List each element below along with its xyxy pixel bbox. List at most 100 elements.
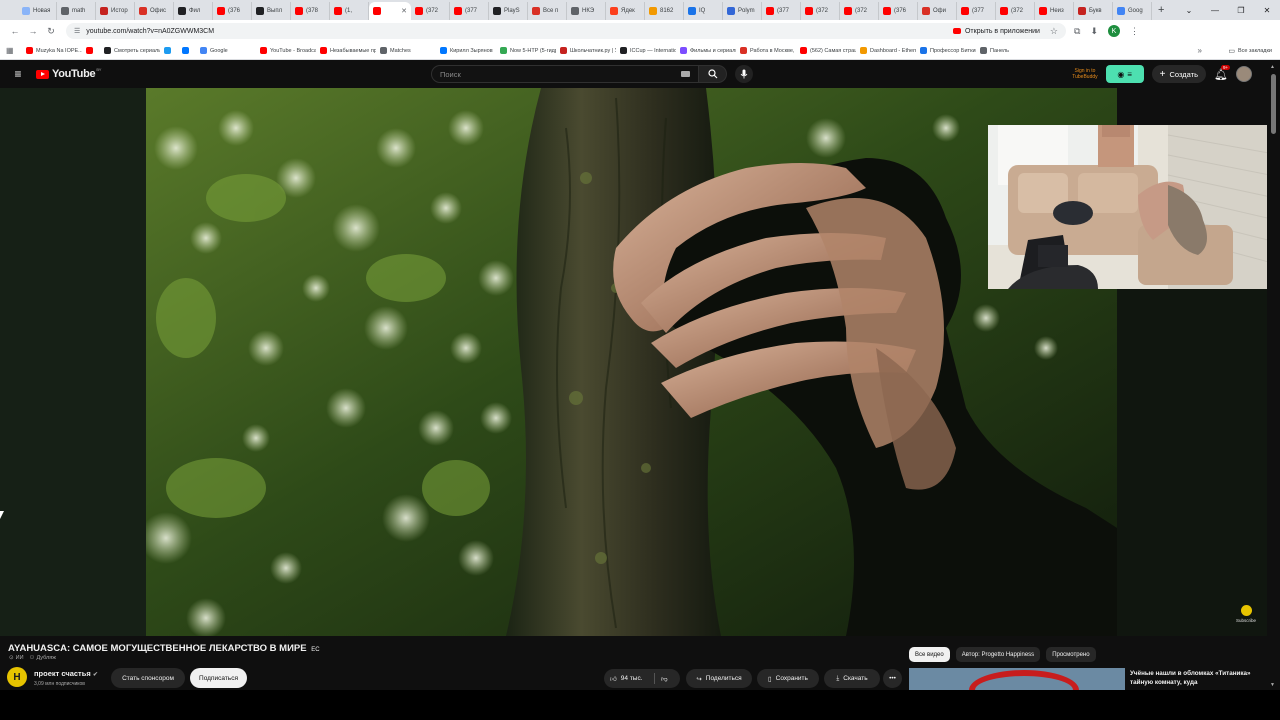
hamburger-menu-icon[interactable]: ≡ [0, 67, 36, 81]
bookmark-item[interactable]: (562) Самая страшн... [796, 47, 856, 54]
filter-chip[interactable]: Автор: Progetto Happiness [955, 647, 1041, 662]
browser-tab[interactable]: Goog [1113, 2, 1152, 20]
dub-tag[interactable]: ⚇ Дубляж [30, 655, 56, 661]
recommendation-title[interactable]: Учёные нашли в обломках «Титаника» тайну… [1130, 669, 1260, 687]
tubebuddy-menu-button[interactable]: ◉ ≡ [1105, 65, 1144, 83]
bookmark-item[interactable]: Смотреть сериалы... [100, 47, 160, 54]
subscribe-button[interactable]: Подписаться [190, 668, 247, 688]
browser-tab[interactable]: (1, [330, 2, 369, 20]
scrollbar-thumb[interactable] [1271, 74, 1276, 134]
browser-tab[interactable]: (376 [879, 2, 918, 20]
thumbs-down-icon[interactable]: 👎︎ [661, 675, 668, 683]
tab-close-icon[interactable]: ✕ [401, 7, 407, 15]
back-icon[interactable]: ← [6, 22, 24, 40]
ai-tag[interactable]: ⊙ ИИ [9, 655, 24, 661]
bookmark-item[interactable]: Незабываемые прох... [316, 47, 376, 54]
browser-tab[interactable]: Ядек [606, 2, 645, 20]
all-bookmarks-button[interactable]: ▭ Все закладки [1228, 42, 1272, 60]
extensions-icon[interactable]: ⧉ [1074, 26, 1080, 37]
browser-tab[interactable]: (372 [411, 2, 450, 20]
downloads-icon[interactable]: ⬇ [1090, 26, 1098, 37]
bookmark-item[interactable]: Фильмы и сериалы... [676, 47, 736, 54]
channel-avatar[interactable]: H [7, 667, 27, 687]
bookmark-item[interactable] [178, 47, 196, 54]
search-input[interactable]: Поиск [431, 65, 699, 83]
recommendation-thumbnail[interactable] [909, 668, 1125, 690]
bookmark-item[interactable] [160, 47, 178, 54]
browser-tab[interactable]: Неиз [1035, 2, 1074, 20]
browser-tab[interactable]: Офис [135, 2, 174, 20]
browser-tab[interactable]: PlayS [489, 2, 528, 20]
bookmark-item[interactable]: Панель [976, 47, 1036, 54]
browser-tab[interactable]: Фил [174, 2, 213, 20]
download-button[interactable]: ⤓ Скачать [824, 669, 880, 688]
maximize-icon[interactable]: ❐ [1228, 0, 1254, 20]
voice-search-button[interactable] [735, 65, 753, 83]
minimize-icon[interactable]: — [1202, 0, 1228, 20]
browser-tab[interactable]: ✕ [369, 2, 411, 20]
create-button[interactable]: + Создать [1151, 65, 1206, 83]
bookmark-item[interactable]: Dashboard - Etherm... [856, 47, 916, 54]
browser-tab[interactable]: НКЭ [567, 2, 606, 20]
browser-tab[interactable]: Истор [96, 2, 135, 20]
channel-watermark[interactable]: Subscribe [1236, 605, 1256, 623]
browser-tab[interactable]: (377 [450, 2, 489, 20]
notifications-button[interactable]: 🔔︎ 9+ [1214, 64, 1231, 81]
scroll-down-icon[interactable]: ▼ [1270, 682, 1275, 688]
browser-tab[interactable]: Офи [918, 2, 957, 20]
close-icon[interactable]: ✕ [1254, 0, 1280, 20]
account-avatar[interactable] [1236, 66, 1252, 82]
browser-tab[interactable]: Новая [18, 2, 57, 20]
star-icon[interactable]: ☆ [1050, 26, 1058, 37]
browser-tab[interactable]: Букв [1074, 2, 1113, 20]
browser-tab[interactable]: (377 [957, 2, 996, 20]
browser-tab[interactable]: (378 [291, 2, 330, 20]
like-button[interactable]: 👍︎ 94 тыс. 👎︎ [604, 669, 680, 688]
bookmark-item[interactable]: Now 5-HTP (5-гидр... [496, 47, 556, 54]
bookmark-item[interactable]: ICCup — Internation... [616, 47, 676, 54]
browser-tab[interactable]: (376 [213, 2, 252, 20]
browser-tab[interactable]: Выпл [252, 2, 291, 20]
youtube-logo[interactable]: YouTube BY [36, 67, 101, 80]
bookmark-item[interactable]: Matches [376, 47, 436, 54]
filter-chip[interactable]: Просмотрено [1046, 647, 1096, 662]
more-bookmarks-icon[interactable]: » [1198, 46, 1202, 55]
scroll-up-icon[interactable]: ▲ [1270, 64, 1275, 70]
filter-chip[interactable]: Все видео [909, 647, 950, 662]
bookmark-item[interactable]: Работа в Москве, п... [736, 47, 796, 54]
browser-tab[interactable]: Polym [723, 2, 762, 20]
new-tab-button[interactable]: + [1158, 4, 1164, 16]
bookmark-item[interactable]: Google [196, 47, 256, 54]
site-info-icon[interactable]: ☰ [74, 27, 80, 35]
share-button[interactable]: ↪ Поделиться [686, 669, 752, 688]
bookmark-item[interactable] [82, 47, 100, 54]
keyboard-icon[interactable] [681, 71, 690, 77]
bookmark-item[interactable]: YouTube - Broadcas... [256, 47, 316, 54]
apps-icon[interactable]: ▦ [6, 46, 22, 55]
browser-tab[interactable]: math [57, 2, 96, 20]
browser-tab[interactable]: (372 [801, 2, 840, 20]
page-scrollbar[interactable]: ▲ ▼ [1267, 60, 1280, 690]
browser-menu-icon[interactable]: ⋮ [1130, 26, 1139, 37]
reload-icon[interactable]: ↻ [42, 22, 60, 40]
forward-icon[interactable]: → [24, 22, 42, 40]
tubebuddy-signin[interactable]: Sign in to TubeBuddy [1072, 68, 1097, 80]
browser-tab[interactable]: (377 [762, 2, 801, 20]
browser-tab[interactable]: 8162 [645, 2, 684, 20]
browser-tab[interactable]: IQ [684, 2, 723, 20]
bookmark-item[interactable]: Профессор Биткин... [916, 47, 976, 54]
search-button[interactable] [699, 65, 727, 83]
more-actions-button[interactable]: ••• [883, 669, 902, 688]
profile-avatar[interactable]: K [1107, 25, 1120, 37]
bookmark-item[interactable]: Muzyka Na IOPE... [22, 47, 82, 54]
browser-tab[interactable]: (372 [996, 2, 1035, 20]
url-field[interactable]: ☰ youtube.com/watch?v=nA0ZGWWM3CM Открыт… [66, 23, 1066, 39]
browser-tab[interactable]: Все п [528, 2, 567, 20]
browser-tab[interactable]: (372 [840, 2, 879, 20]
open-in-app-button[interactable]: Открыть в приложении [952, 28, 1044, 35]
channel-name[interactable]: проект счастья ✔ [34, 669, 98, 678]
bookmark-item[interactable]: Школьчатник.ру | Уг... [556, 47, 616, 54]
bookmark-item[interactable]: Кирилл Зырянов [436, 47, 496, 54]
video-player[interactable] [146, 88, 1117, 636]
join-button[interactable]: Стать спонсором [111, 668, 185, 688]
